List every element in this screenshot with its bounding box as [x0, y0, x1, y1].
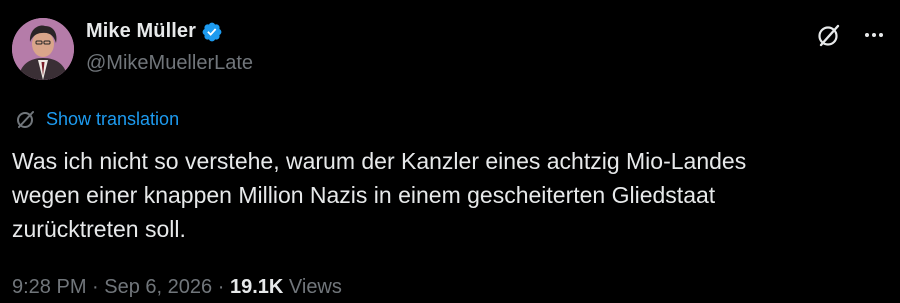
tweet-text-line: Was ich nicht so verstehe, warum der Kan… — [12, 148, 747, 174]
tweet-date[interactable]: Sep 6, 2026 — [104, 276, 212, 298]
tweet-text-line: wegen einer knappen Million Nazis in ein… — [12, 182, 716, 208]
verified-badge-icon[interactable] — [201, 21, 223, 43]
grok-translate-icon — [14, 107, 38, 131]
tweet-meta: 9:28 PM · Sep 6, 2026 · 19.1K Views — [12, 276, 342, 299]
tweet-text: Was ich nicht so verstehe, warum der Kan… — [12, 144, 892, 246]
views-label: Views — [288, 276, 342, 298]
more-horizontal-icon[interactable] — [860, 22, 888, 48]
author-name-row: Mike Müller — [86, 20, 223, 43]
show-translation-button[interactable]: Show translation — [14, 107, 179, 131]
views-count[interactable]: 19.1K — [230, 276, 283, 298]
tweet-card: Mike Müller @MikeMuellerLate Show transl… — [0, 0, 900, 303]
show-translation-link[interactable]: Show translation — [46, 109, 179, 130]
tweet-time[interactable]: 9:28 PM — [12, 276, 86, 298]
author-handle[interactable]: @MikeMuellerLate — [86, 52, 253, 75]
tweet-text-line: zurücktreten soll. — [12, 216, 186, 242]
meta-separator: · — [217, 276, 225, 298]
grok-icon[interactable] — [814, 20, 844, 50]
author-display-name[interactable]: Mike Müller — [86, 20, 196, 43]
avatar[interactable] — [12, 18, 74, 80]
meta-separator: · — [92, 276, 99, 298]
